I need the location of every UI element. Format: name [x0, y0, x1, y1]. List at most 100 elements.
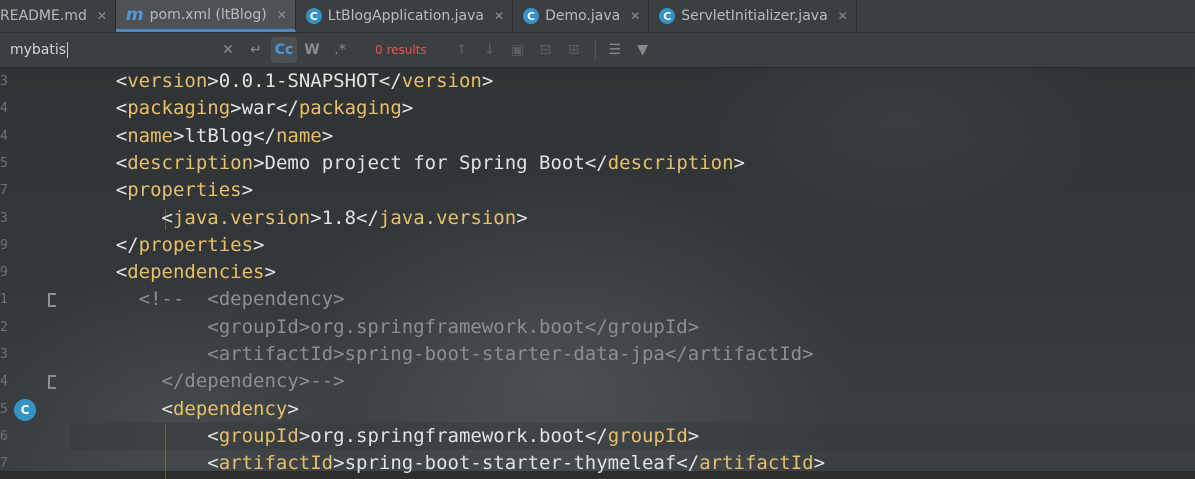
line-number: 4: [0, 374, 8, 390]
tab-servlet-initializer[interactable]: C ServletInitializer.java ✕: [649, 0, 857, 32]
code-line[interactable]: <java.version>1.8</java.version>: [70, 205, 1195, 232]
tab-pom-xml[interactable]: m pom.xml (ltBlog) ✕: [115, 0, 296, 32]
xml-comment: <groupId>org.springframework.boot</group…: [207, 315, 700, 338]
code-line[interactable]: <groupId>org.springframework.boot</group…: [70, 314, 1195, 341]
close-icon[interactable]: ✕: [494, 9, 504, 23]
tag-bracket: >: [687, 424, 700, 447]
code-line[interactable]: <dependency>: [70, 396, 1195, 423]
tag-bracket: >: [264, 261, 276, 284]
code-line[interactable]: <properties>: [70, 177, 1195, 204]
add-selection-icon[interactable]: ⊟: [533, 37, 559, 63]
xml-tag-name: packaging: [127, 97, 231, 120]
next-occurrence-icon[interactable]: ↓: [477, 37, 503, 63]
tag-bracket: >: [172, 124, 185, 147]
line-number: 9: [0, 237, 8, 253]
tag-bracket: >: [241, 179, 254, 202]
close-icon[interactable]: ✕: [838, 9, 848, 23]
code-line[interactable]: <version>0.0.1-SNAPSHOT</version>: [70, 68, 1195, 95]
tag-bracket: </: [378, 70, 402, 92]
code-line[interactable]: <packaging>war</packaging>: [70, 95, 1195, 122]
tab-demo[interactable]: C Demo.java ✕: [513, 0, 650, 32]
select-all-occurrences-icon[interactable]: ▣: [505, 37, 531, 63]
tag-bracket: >: [298, 424, 311, 447]
code-line[interactable]: <description>Demo project for Spring Boo…: [70, 150, 1195, 177]
line-number: 7: [0, 183, 8, 199]
multi-select-icon[interactable]: ⊞: [561, 37, 587, 63]
regex-toggle[interactable]: .*: [327, 37, 353, 63]
tag-bracket: </: [356, 206, 379, 229]
tag-bracket: >: [481, 70, 494, 92]
code-line[interactable]: <dependencies>: [70, 259, 1195, 286]
xml-tag-name: groupId: [607, 424, 688, 447]
code-line[interactable]: <artifactId>spring-boot-starter-thymelea…: [70, 450, 1195, 477]
tag-bracket: >: [287, 397, 299, 420]
tab-label: LtBlogApplication.java: [327, 8, 484, 24]
find-bar: mybatis ✕ ↵ Cc W .* 0 results ↑ ↓ ▣ ⊟ ⊞ …: [0, 33, 1195, 68]
fold-marker-icon[interactable]: [48, 293, 56, 308]
tag-bracket: >: [230, 97, 242, 120]
tab-label: README.md: [0, 8, 87, 24]
code-editor[interactable]: 344573991234567C <version>0.0.1-SNAPSHOT…: [0, 68, 1195, 479]
code-line[interactable]: <artifactId>spring-boot-starter-data-jpa…: [70, 341, 1195, 368]
tag-bracket: </: [584, 151, 608, 174]
tag-bracket: >: [253, 233, 265, 256]
tag-bracket: </: [253, 124, 276, 147]
xml-tag-name: description: [127, 151, 254, 174]
dependency-navigate-icon[interactable]: C: [14, 398, 36, 421]
tab-ltblog-application[interactable]: C LtBlogApplication.java ✕: [296, 0, 514, 32]
tag-bracket: <: [115, 179, 128, 202]
xml-text: war: [241, 97, 276, 120]
line-number: 6: [0, 428, 8, 444]
line-number: 9: [0, 265, 8, 281]
indent-guide: [165, 208, 166, 230]
tag-bracket: >: [516, 206, 528, 229]
xml-text: Demo project for Spring Boot: [264, 151, 585, 174]
editor-tab-bar: README.md ✕ m pom.xml (ltBlog) ✕ C LtBlo…: [0, 0, 1195, 33]
tag-bracket: <: [161, 206, 173, 229]
maven-icon: m: [125, 4, 144, 25]
xml-tag-name: properties: [138, 233, 254, 256]
line-number: 3: [0, 210, 8, 226]
xml-text: org.springframework.boot: [310, 424, 585, 447]
close-icon[interactable]: ✕: [630, 9, 640, 23]
xml-tag-name: version: [401, 70, 482, 92]
tag-bracket: <: [161, 397, 173, 420]
filter-icon[interactable]: ▼: [630, 37, 656, 63]
code-line[interactable]: </properties>: [70, 232, 1195, 259]
line-number: 3: [0, 347, 8, 362]
filter-options-icon[interactable]: ☰: [602, 37, 628, 63]
tag-bracket: <: [115, 261, 128, 284]
tag-bracket: </: [275, 97, 299, 120]
xml-comment: </dependency>-->: [161, 370, 345, 393]
new-line-icon[interactable]: ↵: [243, 37, 269, 63]
xml-comment: <artifactId>spring-boot-starter-data-jpa…: [207, 343, 814, 365]
tab-label: pom.xml (ltBlog): [149, 6, 267, 23]
code-line[interactable]: <!-- <dependency>: [70, 286, 1195, 313]
tag-bracket: <: [115, 151, 128, 174]
tab-label: ServletInitializer.java: [681, 8, 828, 24]
match-case-toggle[interactable]: Cc: [271, 37, 297, 63]
search-input[interactable]: mybatis: [4, 37, 215, 63]
close-icon[interactable]: ✕: [277, 8, 287, 22]
search-query: mybatis: [10, 42, 67, 58]
tab-readme[interactable]: README.md ✕: [0, 0, 116, 32]
code-line[interactable]: <name>ltBlog</name>: [70, 123, 1195, 150]
fold-marker-icon[interactable]: [48, 375, 56, 390]
code-line[interactable]: <groupId>org.springframework.boot</group…: [70, 422, 1195, 450]
spring-class-icon: C: [305, 8, 322, 24]
whole-words-toggle[interactable]: W: [299, 37, 325, 63]
previous-occurrence-icon[interactable]: ↑: [449, 37, 475, 63]
tag-bracket: >: [310, 206, 322, 229]
code-line[interactable]: </dependency>-->: [70, 368, 1195, 395]
text-caret: [67, 42, 69, 58]
close-icon[interactable]: ✕: [97, 9, 107, 23]
clear-search-icon[interactable]: ✕: [215, 37, 241, 63]
